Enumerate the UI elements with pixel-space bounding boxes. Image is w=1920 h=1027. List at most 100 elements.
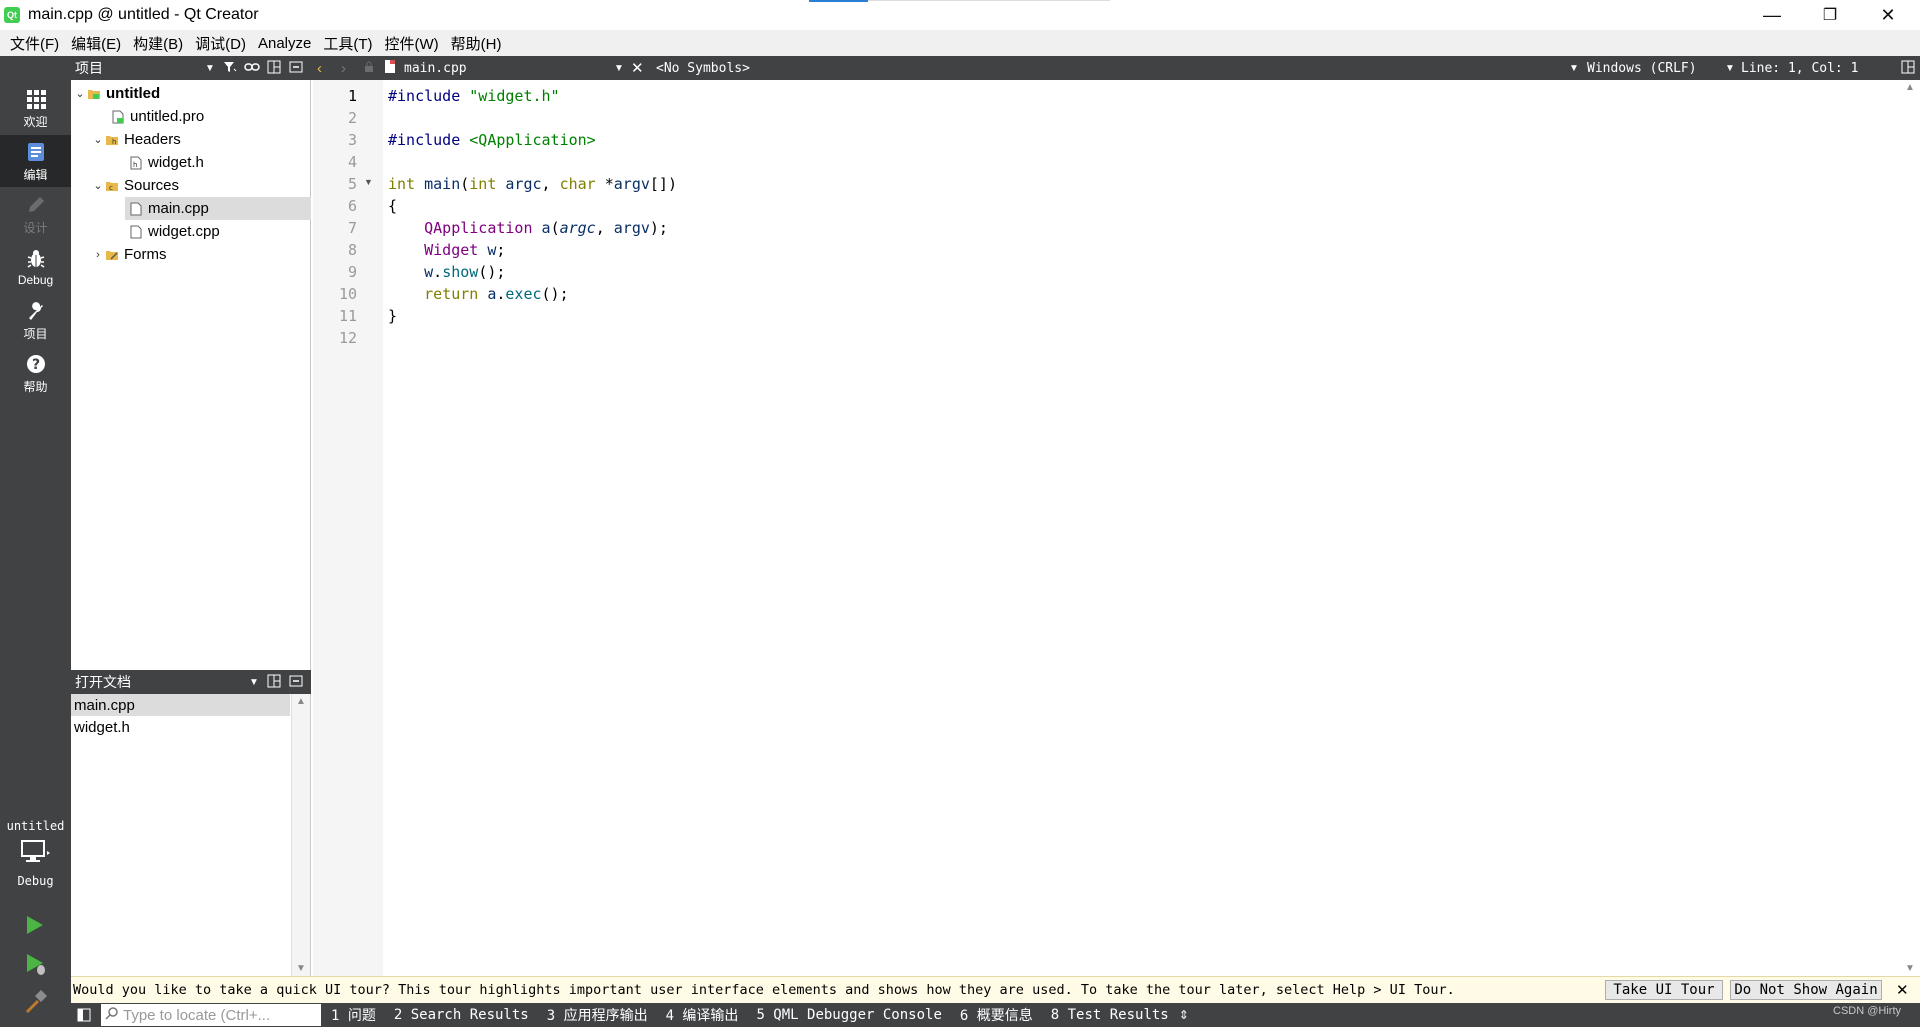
scroll-up-icon[interactable]: ▲	[1905, 82, 1915, 93]
symbols-dropdown-icon[interactable]: ▼	[1569, 63, 1579, 74]
close-panel-icon[interactable]	[289, 674, 303, 691]
ui-tour-info-bar: Would you like to take a quick UI tour? …	[71, 976, 1920, 1003]
code-line-9: w.show();	[424, 263, 506, 281]
chevron-down-icon[interactable]: ⌄	[91, 179, 105, 192]
bug-icon	[24, 247, 48, 271]
tree-item-headers[interactable]: ⌄ h Headers	[91, 128, 180, 151]
scroll-down-icon[interactable]: ▼	[1905, 963, 1915, 974]
chevron-right-icon[interactable]: ›	[91, 249, 105, 261]
tree-item-widget-h[interactable]: h widget.h	[129, 151, 204, 174]
tree-item-pro-file[interactable]: untitled.pro	[111, 105, 204, 128]
output-tab-application-output[interactable]: 3 应用程序输出	[537, 1005, 656, 1025]
chevron-down-icon[interactable]: ⌄	[73, 87, 87, 100]
tree-item-label: widget.cpp	[148, 223, 220, 240]
mode-projects[interactable]: 项目	[0, 294, 71, 346]
menu-debug[interactable]: 调试(D)	[189, 33, 252, 54]
open-docs-scrollbar[interactable]: ▲ ▼	[291, 694, 310, 976]
minimize-button[interactable]: —	[1743, 0, 1801, 30]
line-number: 4	[347, 153, 357, 171]
run-icon[interactable]	[24, 914, 46, 940]
link-icon[interactable]	[244, 60, 260, 76]
svg-text:h: h	[112, 138, 116, 146]
line-number: 7	[347, 219, 357, 237]
symbols-dropdown[interactable]: <No Symbols>	[656, 61, 750, 76]
headers-folder-icon: h	[105, 133, 119, 147]
menu-analyze[interactable]: Analyze	[252, 35, 317, 52]
output-tab-issues[interactable]: 1 问题	[321, 1005, 384, 1025]
output-tab-test-results[interactable]: 8 Test Results	[1041, 1007, 1177, 1023]
open-docs-dropdown-icon[interactable]: ▼	[249, 677, 259, 688]
close-file-icon[interactable]: ✕	[631, 59, 644, 77]
output-tab-compile-output[interactable]: 4 编译输出	[656, 1005, 747, 1025]
tree-item-forms[interactable]: › Forms	[91, 243, 166, 266]
maximize-button[interactable]: ❐	[1801, 0, 1859, 30]
line-ending-dropdown-icon[interactable]: ▼	[1725, 63, 1735, 74]
line-ending-select[interactable]: Windows (CRLF)	[1587, 61, 1697, 76]
back-icon[interactable]: ‹	[317, 60, 322, 77]
take-ui-tour-button[interactable]: Take UI Tour	[1605, 980, 1723, 1000]
close-panel-icon[interactable]	[289, 60, 303, 77]
editor-scrollbar[interactable]: ▲ ▼	[1900, 80, 1920, 976]
tree-item-sources[interactable]: ⌄ c Sources	[91, 174, 179, 197]
mode-welcome[interactable]: 欢迎	[0, 82, 71, 134]
chevron-down-icon[interactable]: ⌄	[91, 133, 105, 146]
current-file-name[interactable]: main.cpp	[404, 61, 467, 76]
menu-help[interactable]: 帮助(H)	[445, 33, 508, 54]
grid-icon	[24, 87, 48, 111]
menu-build[interactable]: 构建(B)	[127, 33, 189, 54]
locator-placeholder: Type to locate (Ctrl+...	[123, 1006, 271, 1024]
file-dropdown-icon[interactable]: ▼	[614, 63, 624, 74]
title-accent-line	[868, 0, 1110, 1]
tree-item-main-cpp[interactable]: main.cpp	[125, 197, 311, 220]
svg-text:c: c	[109, 184, 113, 192]
cursor-position[interactable]: Line: 1, Col: 1	[1741, 61, 1858, 76]
mode-edit[interactable]: 编辑	[0, 135, 71, 187]
tree-item-label: untitled	[106, 85, 161, 102]
build-hammer-icon[interactable]	[24, 989, 48, 1017]
watermark-text: CSDN @Hirty	[1833, 1005, 1901, 1017]
monitor-icon[interactable]	[20, 839, 50, 869]
open-doc-widget-h[interactable]: widget.h	[71, 716, 290, 738]
locator-input[interactable]: Type to locate (Ctrl+...	[101, 1004, 321, 1026]
output-tab-search-results[interactable]: 2 Search Results	[384, 1007, 537, 1023]
forward-icon[interactable]: ›	[341, 60, 346, 77]
split-icon[interactable]	[267, 60, 281, 77]
mode-design[interactable]: 设计	[0, 188, 71, 240]
line-number: 11	[338, 307, 357, 325]
mode-help[interactable]: ? 帮助	[0, 347, 71, 399]
mode-edit-label: 编辑	[23, 167, 48, 182]
title-accent	[809, 0, 868, 2]
debug-run-icon[interactable]	[24, 952, 48, 980]
tree-item-widget-cpp[interactable]: widget.cpp	[129, 220, 220, 243]
view-dropdown-arrow-icon[interactable]: ▼	[205, 63, 215, 74]
cpp-file-icon	[129, 225, 143, 239]
output-tab-general-messages[interactable]: 6 概要信息	[950, 1005, 1041, 1025]
code-line-10: return a.exec();	[424, 285, 569, 303]
project-panel-title: 项目	[75, 60, 103, 76]
split-icon[interactable]	[267, 674, 281, 691]
search-icon	[105, 1006, 119, 1024]
output-tab-qml-debugger-console[interactable]: 5 QML Debugger Console	[746, 1007, 949, 1023]
tree-item-project-root[interactable]: ⌄ untitled	[73, 82, 160, 105]
do-not-show-again-button[interactable]: Do Not Show Again	[1730, 980, 1882, 1000]
filter-icon[interactable]	[223, 60, 237, 77]
tree-item-label: Sources	[124, 177, 180, 194]
mode-debug[interactable]: Debug	[0, 241, 71, 293]
fold-marker-icon[interactable]: ▼	[364, 177, 373, 187]
toggle-sidebar-icon[interactable]	[77, 1008, 91, 1025]
split-editor-icon[interactable]	[1901, 60, 1915, 77]
more-tabs-icon[interactable]: ⇕	[1179, 1008, 1189, 1022]
code-line-6: {	[388, 197, 398, 215]
menu-file[interactable]: 文件(F)	[4, 33, 65, 54]
line-number-gutter: 1 2 3 4 5 6 7 8 9 10 11 12 ▼	[313, 80, 383, 976]
menu-edit[interactable]: 编辑(E)	[65, 33, 127, 54]
close-button[interactable]: ✕	[1859, 0, 1917, 30]
close-info-bar-icon[interactable]: ✕	[1896, 981, 1909, 999]
menu-tools[interactable]: 工具(T)	[317, 33, 378, 54]
svg-text:h: h	[133, 161, 137, 169]
code-editor[interactable]: #include "widget.h" #include <QApplicati…	[384, 80, 1900, 976]
open-doc-main-cpp[interactable]: main.cpp	[71, 694, 290, 716]
scroll-up-icon[interactable]: ▲	[296, 696, 306, 707]
menu-window[interactable]: 控件(W)	[379, 33, 445, 54]
scroll-down-icon[interactable]: ▼	[296, 963, 306, 974]
